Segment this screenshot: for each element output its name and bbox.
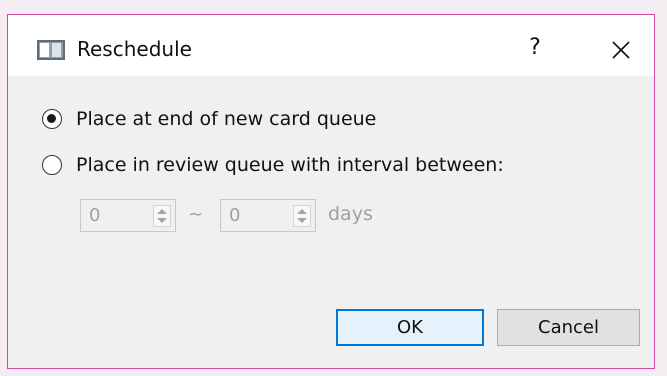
close-button[interactable] — [608, 37, 634, 63]
reschedule-dialog: Reschedule ? Place at end of new card qu… — [7, 14, 655, 369]
chevron-down-icon[interactable] — [297, 218, 307, 223]
interval-max-stepper[interactable] — [293, 205, 311, 227]
interval-max-value[interactable]: 0 — [229, 204, 240, 228]
dialog-title: Reschedule — [77, 37, 192, 61]
radio-selected-dot — [47, 114, 56, 123]
window-app-icon — [37, 40, 65, 60]
chevron-up-icon[interactable] — [297, 209, 307, 214]
app-icon-right-pane — [52, 43, 61, 57]
radio-button-review-queue-interval[interactable] — [42, 155, 62, 175]
interval-unit-label: days — [328, 203, 373, 225]
interval-separator: ~ — [188, 204, 204, 225]
option-review-queue-interval-label[interactable]: Place in review queue with interval betw… — [76, 153, 504, 177]
cancel-button[interactable]: Cancel — [497, 309, 640, 346]
chevron-up-icon[interactable] — [157, 209, 167, 214]
title-bar[interactable]: Reschedule ? — [8, 15, 654, 76]
radio-button-end-of-new-queue[interactable] — [42, 109, 62, 129]
interval-min-value[interactable]: 0 — [89, 204, 100, 228]
interval-min-spinbox[interactable]: 0 — [80, 199, 176, 232]
interval-max-spinbox[interactable]: 0 — [220, 199, 316, 232]
chevron-down-icon[interactable] — [157, 218, 167, 223]
close-icon — [612, 41, 630, 59]
option-end-of-new-queue-label[interactable]: Place at end of new card queue — [76, 107, 376, 131]
app-icon-left-pane — [40, 43, 49, 57]
ok-button[interactable]: OK — [336, 309, 484, 346]
help-button[interactable]: ? — [523, 33, 547, 63]
interval-min-stepper[interactable] — [153, 205, 171, 227]
